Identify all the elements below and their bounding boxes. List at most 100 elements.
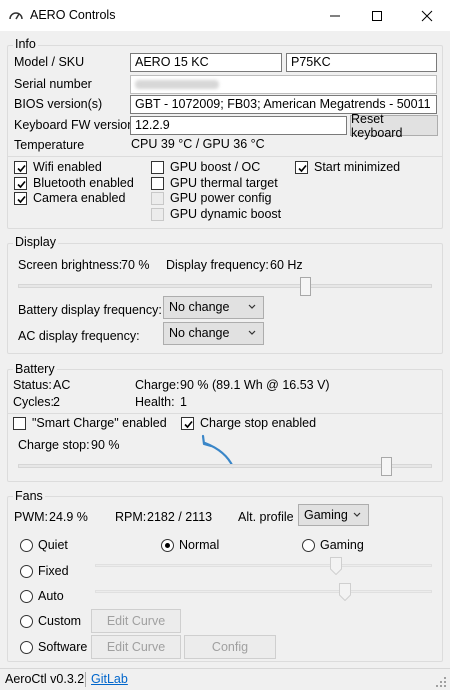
auto-fan-slider-thumb[interactable]	[339, 583, 351, 601]
brightness-slider-thumb[interactable]	[300, 277, 312, 296]
fan-mode-normal-label: Normal	[179, 538, 220, 552]
info-legend: Info	[13, 37, 38, 51]
battery-charge-value: 90 % (89.1 Wh @ 16.53 V)	[180, 378, 330, 392]
gpu-power-config-checkbox[interactable]	[151, 192, 164, 205]
alt-profile-label: Alt. profile	[238, 510, 294, 524]
serial-field[interactable]	[130, 75, 437, 94]
battery-status-label: Status:	[13, 378, 52, 392]
fan-mode-quiet-radio[interactable]	[20, 539, 33, 552]
ac-display-frequency-select[interactable]: No change	[163, 322, 264, 345]
alt-profile-select[interactable]: Gaming	[298, 504, 369, 526]
close-button[interactable]	[404, 0, 450, 31]
gitlab-link[interactable]: GitLab	[91, 672, 128, 686]
pwm-value: 24.9 %	[49, 510, 88, 524]
battery-health-label: Health:	[135, 395, 175, 409]
auto-fan-slider-track[interactable]	[95, 590, 432, 593]
fan-mode-software-radio[interactable]	[20, 641, 33, 654]
fans-legend: Fans	[13, 489, 45, 503]
fan-mode-fixed-radio[interactable]	[20, 565, 33, 578]
software-config-button[interactable]: Config	[184, 635, 276, 659]
gpu-boost-label: GPU boost / OC	[170, 160, 261, 174]
battery-health-value: 1	[180, 395, 187, 409]
maximize-button[interactable]	[354, 0, 400, 31]
gpu-boost-checkbox[interactable]	[151, 161, 164, 174]
bluetooth-checkbox[interactable]	[14, 177, 27, 190]
start-minimized-checkbox[interactable]	[295, 161, 308, 174]
alt-profile-value: Gaming	[304, 508, 348, 522]
sku-field[interactable]: P75KC	[286, 53, 437, 72]
wifi-label: Wifi enabled	[33, 160, 102, 174]
checkmark-icon	[17, 180, 26, 189]
frequency-value: 60 Hz	[270, 258, 303, 272]
model-field[interactable]: AERO 15 KC	[130, 53, 282, 72]
battery-legend: Battery	[13, 362, 57, 376]
reset-keyboard-button[interactable]: Reset keyboard	[350, 112, 438, 140]
checkmark-icon	[17, 164, 26, 173]
charge-stop-slider-thumb[interactable]	[380, 457, 392, 476]
start-minimized-label: Start minimized	[314, 160, 401, 174]
checkmark-icon	[17, 195, 26, 204]
smart-charge-checkbox[interactable]	[13, 417, 26, 430]
fan-mode-software-label: Software	[38, 640, 88, 654]
fixed-fan-slider-track[interactable]	[95, 564, 432, 567]
fan-mode-gaming-label: Gaming	[320, 538, 364, 552]
fan-mode-custom-label: Custom	[38, 614, 82, 628]
chevron-down-icon	[353, 512, 361, 517]
fan-mode-normal-radio[interactable]	[161, 539, 174, 552]
checkmark-icon	[184, 420, 193, 429]
resize-grip-icon[interactable]	[436, 677, 447, 688]
status-bar: AeroCtl v0.3.2 GitLab	[0, 668, 450, 690]
charge-stop-enabled-label: Charge stop enabled	[200, 416, 317, 430]
brightness-slider-track[interactable]	[18, 284, 432, 288]
radio-selected-dot	[165, 543, 170, 548]
divider	[8, 156, 442, 157]
maximize-icon	[372, 10, 382, 21]
custom-edit-curve-button[interactable]: Edit Curve	[91, 609, 181, 633]
bluetooth-label: Bluetooth enabled	[33, 176, 134, 190]
battery-display-frequency-select[interactable]: No change	[163, 296, 264, 319]
brightness-value: 70 %	[121, 258, 150, 272]
software-edit-curve-button[interactable]: Edit Curve	[91, 635, 181, 659]
close-icon	[421, 10, 433, 21]
ac-display-frequency-label: AC display frequency:	[18, 329, 140, 343]
title-bar: AERO Controls	[0, 0, 450, 31]
charge-stop-enabled-checkbox[interactable]	[181, 417, 194, 430]
pwm-label: PWM:	[14, 510, 49, 524]
battery-status-value: AC	[53, 378, 71, 392]
battery-display-frequency-value: No change	[169, 300, 230, 314]
bios-label: BIOS version(s)	[14, 97, 103, 111]
keyboard-fw-field[interactable]: 12.2.9	[130, 116, 347, 135]
minimize-icon	[330, 15, 340, 16]
charge-stop-label: Charge stop:	[18, 438, 90, 452]
fixed-fan-slider-thumb[interactable]	[330, 557, 342, 575]
battery-cycles-label: Cycles:	[13, 395, 54, 409]
serial-label: Serial number	[14, 77, 92, 91]
version-label: AeroCtl v0.3.2	[5, 672, 85, 686]
fan-mode-quiet-label: Quiet	[38, 538, 68, 552]
temperature-value: CPU 39 °C / GPU 36 °C	[131, 137, 265, 151]
window-title: AERO Controls	[30, 8, 116, 22]
charge-stop-slider-track[interactable]	[18, 464, 432, 468]
frequency-label: Display frequency:	[166, 258, 269, 272]
wifi-checkbox[interactable]	[14, 161, 27, 174]
status-separator	[85, 672, 86, 687]
checkmark-icon	[298, 164, 307, 173]
fan-mode-custom-radio[interactable]	[20, 615, 33, 628]
fan-mode-gaming-radio[interactable]	[302, 539, 315, 552]
fan-mode-auto-radio[interactable]	[20, 590, 33, 603]
battery-charge-label: Charge:	[135, 378, 180, 392]
charge-stop-value: 90 %	[91, 438, 120, 452]
keyboard-fw-label: Keyboard FW version	[14, 118, 135, 132]
temperature-label: Temperature	[14, 138, 85, 152]
smart-charge-label: "Smart Charge" enabled	[32, 416, 167, 430]
fan-mode-auto-label: Auto	[38, 589, 64, 603]
gauge-icon	[9, 12, 23, 20]
gpu-thermal-target-checkbox[interactable]	[151, 177, 164, 190]
camera-checkbox[interactable]	[14, 192, 27, 205]
minimize-button[interactable]	[312, 0, 358, 31]
chevron-down-icon	[248, 304, 256, 309]
chevron-down-icon	[248, 330, 256, 335]
camera-label: Camera enabled	[33, 191, 126, 205]
gpu-dynamic-boost-checkbox[interactable]	[151, 208, 164, 221]
model-label: Model / SKU	[14, 55, 85, 69]
